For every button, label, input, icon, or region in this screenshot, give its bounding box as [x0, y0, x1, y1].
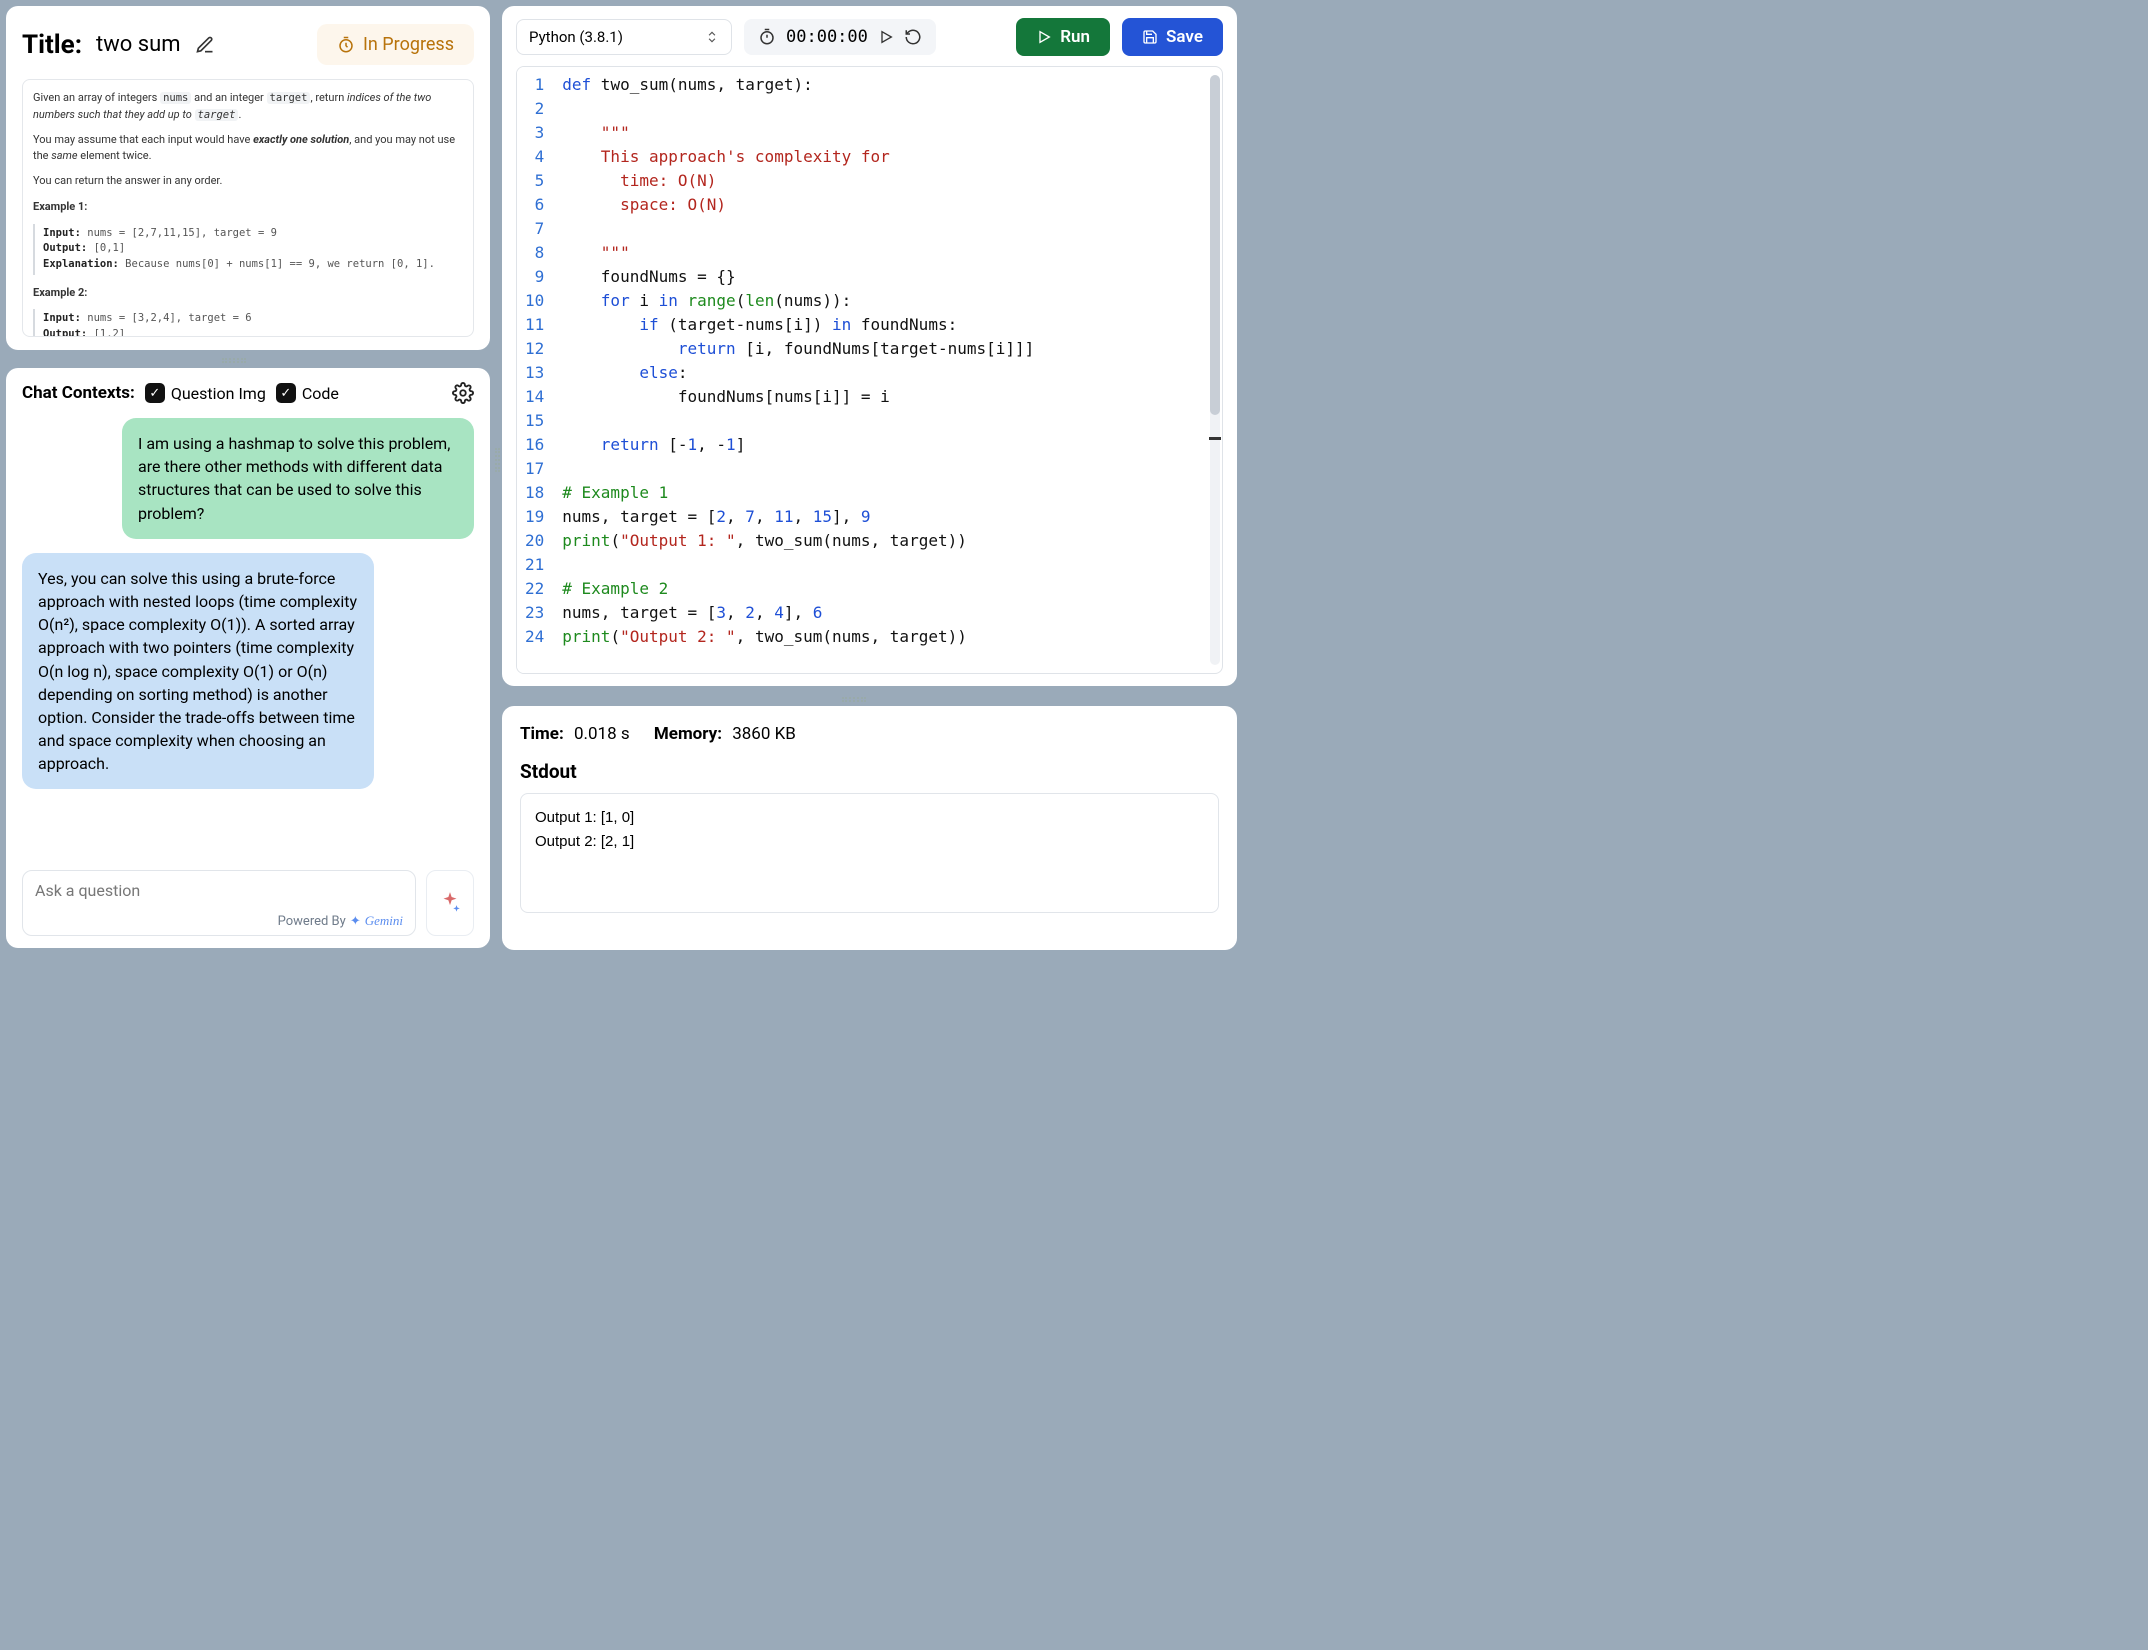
stopwatch-icon	[337, 36, 355, 54]
chat-panel: Chat Contexts: ✓ Question Img ✓ Code I a…	[6, 368, 490, 948]
editor-mark	[1209, 437, 1221, 440]
stdout-box: Output 1: [1, 0]Output 2: [2, 1]	[520, 793, 1219, 913]
gemini-brand: Gemini	[365, 913, 403, 929]
memory-value: 3860 KB	[732, 724, 796, 744]
language-value: Python (3.8.1)	[529, 28, 623, 46]
chat-input[interactable]: Ask a question Powered By ✦ Gemini	[22, 870, 416, 936]
chat-header: Chat Contexts: ✓ Question Img ✓ Code	[22, 382, 474, 404]
example1-block: Input: nums = [2,7,11,15], target = 9 Ou…	[33, 224, 463, 275]
edit-title-icon[interactable]	[195, 35, 215, 55]
timer-box: 00:00:00	[744, 19, 936, 55]
checkmark-icon: ✓	[276, 383, 296, 403]
editor-scrollbar-thumb[interactable]	[1210, 75, 1220, 415]
output-meta: Time: 0.018 s Memory: 3860 KB	[520, 724, 1219, 744]
status-pill[interactable]: In Progress	[317, 24, 474, 65]
context-checkbox-question-img[interactable]: ✓ Question Img	[145, 383, 266, 403]
save-icon	[1142, 29, 1158, 45]
context-checkbox-code[interactable]: ✓ Code	[276, 383, 339, 403]
code-area[interactable]: def two_sum(nums, target): """ This appr…	[558, 67, 1222, 673]
desc-p1: Given an array of integers nums and an i…	[33, 90, 463, 124]
desc-p2: You may assume that each input would hav…	[33, 132, 463, 165]
run-label: Run	[1060, 27, 1090, 47]
line-gutter: 123456789101112131415161718192021222324	[517, 67, 558, 673]
memory-label: Memory:	[654, 724, 722, 744]
settings-icon[interactable]	[452, 382, 474, 404]
resize-handle-horizontal[interactable]	[222, 355, 246, 365]
example2-block: Input: nums = [3,2,4], target = 6 Output…	[33, 309, 463, 337]
chat-placeholder: Ask a question	[35, 881, 403, 900]
save-label: Save	[1166, 27, 1203, 47]
description-box[interactable]: Given an array of integers nums and an i…	[22, 79, 474, 337]
save-button[interactable]: Save	[1122, 18, 1223, 56]
stopwatch-icon	[758, 28, 776, 46]
timer-value: 00:00:00	[786, 27, 868, 47]
code-editor[interactable]: 123456789101112131415161718192021222324 …	[516, 66, 1223, 674]
example2-label: Example 2:	[33, 285, 463, 302]
sparkle-icon	[437, 890, 463, 916]
editor-toolbar: Python (3.8.1) 00:00:00 Run	[516, 18, 1223, 56]
context-label: Question Img	[171, 384, 266, 403]
editor-panel: Python (3.8.1) 00:00:00 Run	[502, 6, 1237, 686]
select-arrows-icon	[705, 28, 719, 46]
time-value: 0.018 s	[574, 724, 630, 744]
resize-handle-horizontal[interactable]	[842, 694, 866, 704]
title-text: two sum	[96, 32, 181, 57]
chat-input-row: Ask a question Powered By ✦ Gemini	[22, 870, 474, 936]
chat-body: I am using a hashmap to solve this probl…	[22, 404, 474, 870]
stdout-title: Stdout	[520, 760, 1219, 783]
send-button[interactable]	[426, 870, 474, 936]
chat-message-ai: Yes, you can solve this using a brute-fo…	[22, 553, 374, 790]
run-button[interactable]: Run	[1016, 18, 1110, 56]
context-label: Code	[302, 384, 339, 403]
desc-p3: You can return the answer in any order.	[33, 173, 463, 190]
title-label: Title:	[22, 30, 82, 60]
reset-icon[interactable]	[904, 28, 922, 46]
powered-by: Powered By ✦ Gemini	[278, 913, 403, 929]
play-icon[interactable]	[878, 29, 894, 45]
output-panel: Time: 0.018 s Memory: 3860 KB Stdout Out…	[502, 706, 1237, 950]
example1-label: Example 1:	[33, 199, 463, 216]
title-row: Title: two sum In Progress	[22, 24, 474, 65]
chat-message-user: I am using a hashmap to solve this probl…	[122, 418, 474, 539]
checkmark-icon: ✓	[145, 383, 165, 403]
time-label: Time:	[520, 724, 564, 744]
status-label: In Progress	[363, 34, 454, 55]
sparkle-small-icon: ✦	[350, 914, 361, 929]
question-panel: Title: two sum In Progress Given an arra…	[6, 6, 490, 350]
play-icon	[1036, 29, 1052, 45]
chat-header-title: Chat Contexts:	[22, 383, 135, 403]
language-select[interactable]: Python (3.8.1)	[516, 19, 732, 55]
